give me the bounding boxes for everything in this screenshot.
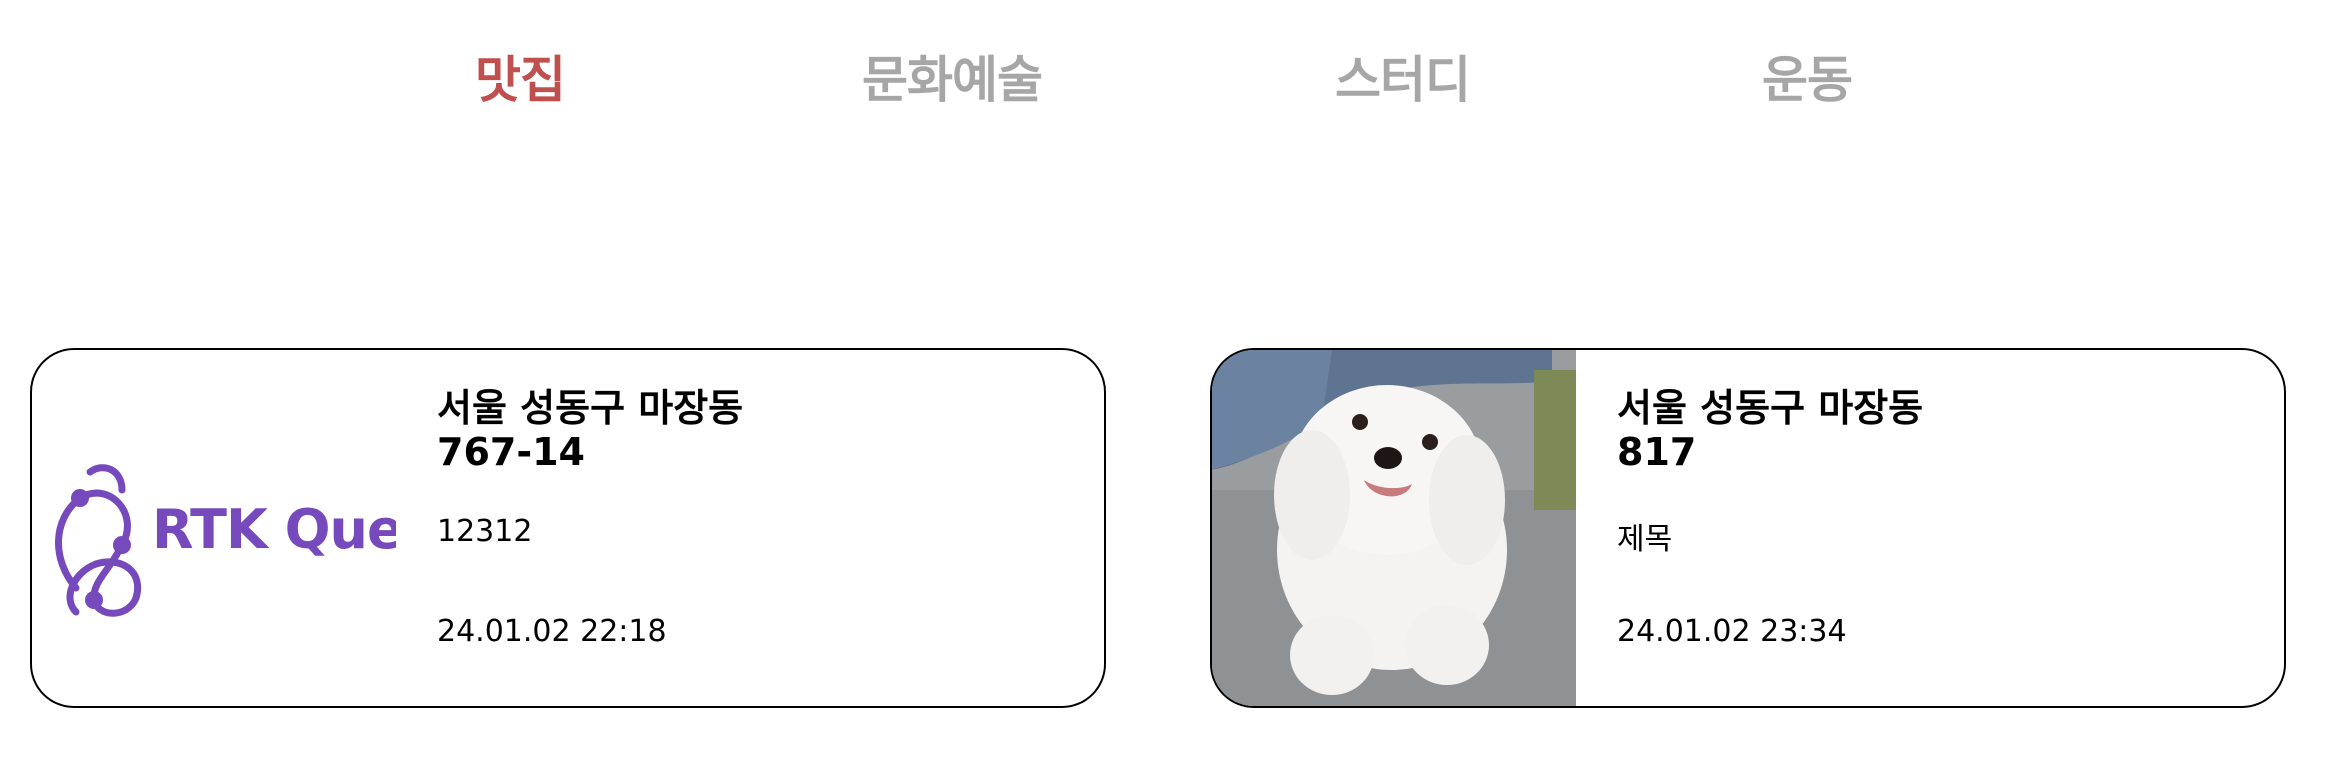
card-title: 제목 xyxy=(1617,522,1673,557)
white-dog-photo xyxy=(1212,350,1576,706)
tab-culture-arts[interactable]: 문화예술 xyxy=(862,40,1043,112)
card-address: 서울 성동구 마장동 817 xyxy=(1617,386,1924,474)
card-info: 서울 성동구 마장동 767-14 12312 24.01.02 22:18 xyxy=(437,386,1084,649)
tab-exercise[interactable]: 운동 xyxy=(1762,40,1853,112)
card-date: 24.01.02 23:34 xyxy=(1617,614,1847,649)
tab-restaurants[interactable]: 맛집 xyxy=(475,40,566,112)
card-address: 서울 성동구 마장동 767-14 xyxy=(437,386,744,474)
post-card[interactable]: RTK Query 서울 성동구 마장동 767-14 12312 24.01.… xyxy=(30,348,1106,708)
rtk-query-logo-text: RTK Query xyxy=(152,498,396,561)
rtk-query-logo: RTK Query xyxy=(32,350,464,706)
category-tabs: 맛집 문화예술 스터디 운동 xyxy=(0,40,2334,130)
card-info: 서울 성동구 마장동 817 제목 24.01.02 23:34 xyxy=(1617,386,2264,649)
card-date: 24.01.02 22:18 xyxy=(437,614,667,649)
post-card[interactable]: 서울 성동구 마장동 817 제목 24.01.02 23:34 xyxy=(1210,348,2286,708)
card-title: 12312 xyxy=(437,514,533,549)
tab-study[interactable]: 스터디 xyxy=(1335,40,1471,112)
